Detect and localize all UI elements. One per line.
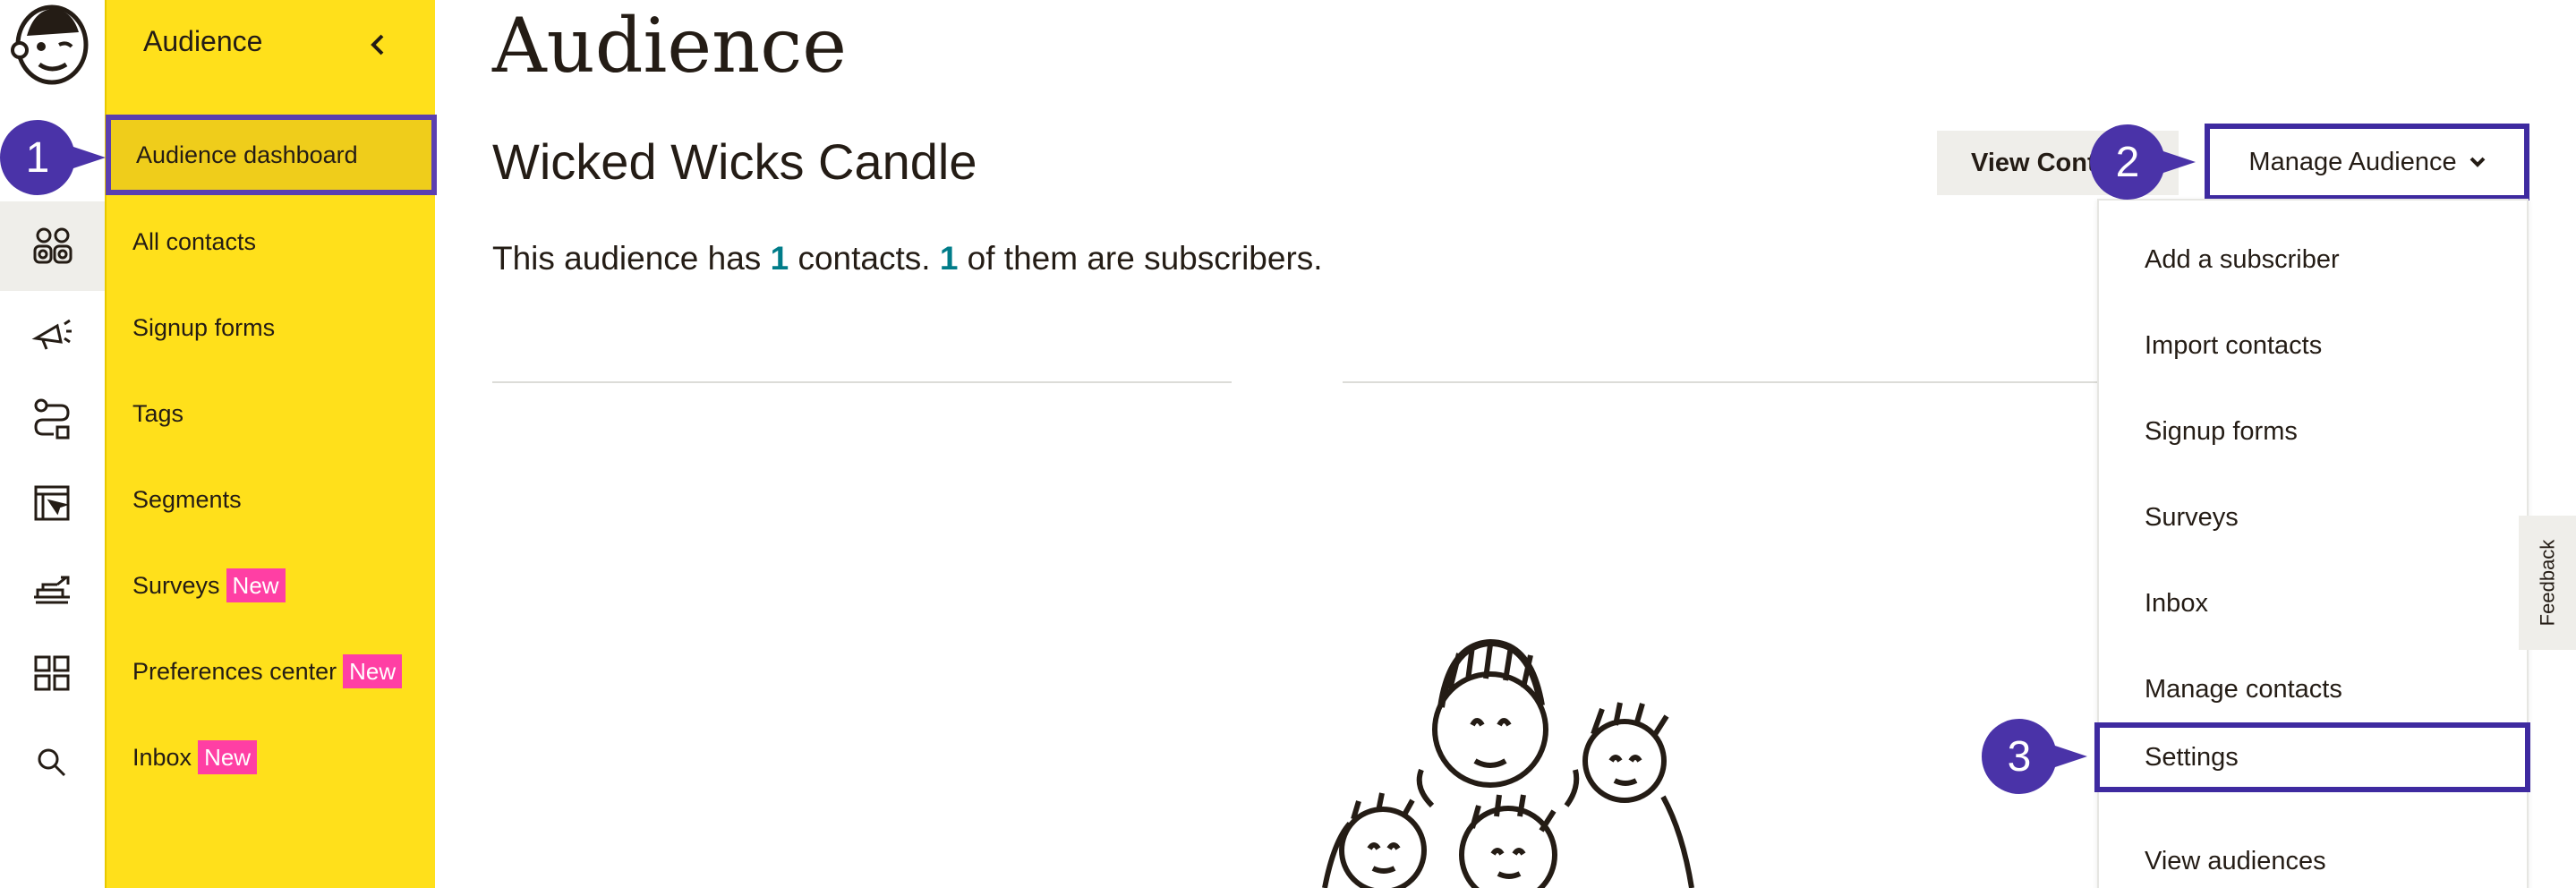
mailchimp-logo-icon[interactable] bbox=[7, 0, 97, 90]
new-badge: New bbox=[198, 740, 258, 774]
summary-suffix: of them are subscribers. bbox=[958, 240, 1323, 277]
menu-item-view-audiences[interactable]: View audiences bbox=[2099, 825, 2527, 888]
menu-item-signup-forms[interactable]: Signup forms bbox=[2099, 396, 2527, 467]
menu-item-settings[interactable]: Settings bbox=[2094, 722, 2530, 792]
audience-icon[interactable] bbox=[0, 201, 105, 291]
feedback-label: Feedback bbox=[2536, 539, 2558, 627]
sidebar-item-label: Signup forms bbox=[132, 313, 276, 341]
sidebar-item-label: Preferences center bbox=[132, 657, 337, 685]
automations-icon[interactable] bbox=[20, 386, 84, 450]
integrations-icon[interactable] bbox=[20, 556, 84, 620]
sidebar-item-inbox[interactable]: Inbox New bbox=[107, 718, 437, 797]
subscribers-count: 1 bbox=[939, 240, 959, 277]
campaigns-icon[interactable] bbox=[20, 301, 84, 365]
step-1-callout: 1 bbox=[0, 120, 107, 195]
sidebar-item-label: Audience dashboard bbox=[136, 141, 358, 168]
sidebar-item-audience-dashboard[interactable]: Audience dashboard bbox=[106, 115, 437, 195]
menu-item-add-subscriber[interactable]: Add a subscriber bbox=[2099, 224, 2527, 295]
website-icon[interactable] bbox=[20, 471, 84, 535]
audience-sidebar: Audience Audience dashboard All contacts… bbox=[105, 0, 437, 888]
summary-prefix: This audience has bbox=[492, 240, 771, 277]
search-icon[interactable] bbox=[20, 730, 84, 795]
step-3-callout: 3 bbox=[1982, 719, 2089, 794]
divider bbox=[492, 381, 1232, 383]
page-title: Audience bbox=[492, 2, 847, 90]
sidebar-item-surveys[interactable]: Surveys New bbox=[107, 546, 437, 625]
manage-audience-button[interactable]: Manage Audience bbox=[2205, 124, 2529, 201]
feedback-tab[interactable]: Feedback bbox=[2519, 516, 2576, 650]
new-badge: New bbox=[226, 568, 286, 602]
sidebar-item-all-contacts[interactable]: All contacts bbox=[107, 202, 437, 281]
menu-item-surveys[interactable]: Surveys bbox=[2099, 482, 2527, 553]
audience-name: Wicked Wicks Candle bbox=[492, 133, 977, 190]
contacts-count: 1 bbox=[770, 240, 789, 277]
sidebar-item-preferences-center[interactable]: Preferences center New bbox=[107, 632, 437, 711]
menu-item-import-contacts[interactable]: Import contacts bbox=[2099, 310, 2527, 381]
step-1-number: 1 bbox=[25, 133, 50, 182]
menu-item-manage-contacts[interactable]: Manage contacts bbox=[2099, 653, 2527, 725]
chevron-down-icon bbox=[2469, 157, 2486, 167]
step-2-number: 2 bbox=[2115, 138, 2140, 186]
collapse-chevron-left-icon[interactable] bbox=[360, 27, 396, 63]
sidebar-item-label: Tags bbox=[132, 399, 184, 427]
new-badge: New bbox=[343, 654, 403, 688]
sidebar-item-tags[interactable]: Tags bbox=[107, 374, 437, 453]
step-3-number: 3 bbox=[2007, 732, 2032, 781]
people-illustration bbox=[1322, 638, 1694, 888]
sidebar-title: Audience bbox=[143, 25, 263, 57]
step-2-callout: 2 bbox=[2090, 124, 2197, 200]
manage-audience-label: Manage Audience bbox=[2248, 147, 2457, 176]
sidebar-item-label: Surveys bbox=[132, 571, 220, 599]
sidebar-item-label: Segments bbox=[132, 485, 242, 513]
sidebar-item-segments[interactable]: Segments bbox=[107, 460, 437, 539]
sidebar-item-label: All contacts bbox=[132, 227, 257, 255]
summary-middle: contacts. bbox=[789, 240, 940, 277]
manage-audience-menu: Add a subscriber Import contacts Signup … bbox=[2094, 199, 2530, 888]
sidebar-item-label: Inbox bbox=[132, 743, 192, 771]
divider bbox=[1343, 381, 2098, 383]
menu-item-inbox[interactable]: Inbox bbox=[2099, 568, 2527, 639]
audience-summary: This audience has 1 contacts. 1 of them … bbox=[492, 240, 1323, 278]
sidebar-item-signup-forms[interactable]: Signup forms bbox=[107, 288, 437, 367]
apps-icon[interactable] bbox=[20, 641, 84, 705]
